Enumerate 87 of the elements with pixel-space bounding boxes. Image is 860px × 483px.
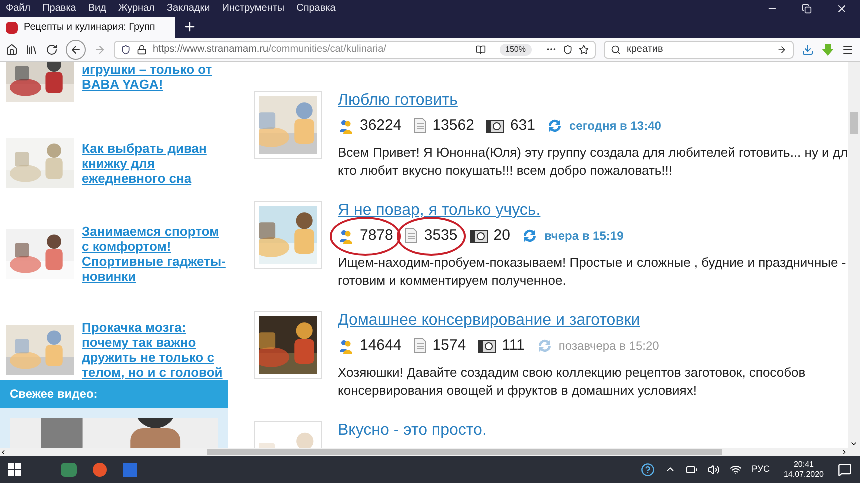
refresh-icon [522, 228, 538, 244]
clock-date: 14.07.2020 [784, 470, 824, 480]
group-title-link[interactable]: Вкусно - это просто. [338, 421, 487, 441]
member-count: 36224 [360, 116, 402, 136]
menu-icon[interactable] [842, 44, 854, 56]
article-link[interactable]: игрушки – только от BABA YAGA! [82, 62, 228, 92]
group-description-line: Хозяюшки! Давайте создадим свою коллекцию рецептов заготовок, способов [338, 364, 806, 382]
document-icon [414, 118, 427, 134]
video-section-header: Свежее видео: [0, 380, 228, 408]
notifications-icon[interactable] [838, 462, 852, 476]
language-indicator[interactable]: РУС [752, 462, 770, 476]
site-logo-icon [6, 22, 18, 34]
group-description-line: консервирования овощей и фруктов в домашних условиях! [338, 382, 697, 400]
new-tab-icon[interactable] [183, 20, 197, 34]
app-icon[interactable] [123, 462, 137, 476]
menu-item[interactable]: Справка [290, 1, 342, 16]
menu-item[interactable]: Инструменты [216, 1, 291, 16]
app-icon[interactable] [61, 462, 77, 476]
article-link[interactable]: Прокачка мозга: почему так важно дружить не только с телом, но и с головой [82, 320, 228, 380]
back-arrow-icon [70, 44, 82, 56]
scroll-right-icon[interactable] [841, 448, 848, 456]
post-count: 1574 [432, 336, 466, 356]
reader-icon[interactable] [476, 44, 486, 54]
windows-logo-icon[interactable] [8, 463, 21, 476]
camera-icon [470, 229, 488, 244]
go-arrow-icon[interactable] [777, 44, 787, 54]
update-time: вчера в 15:19 [544, 228, 624, 246]
refresh-icon [547, 118, 564, 134]
wifi-icon[interactable] [730, 464, 742, 476]
lock-icon [137, 44, 147, 54]
refresh-icon [536, 338, 553, 354]
group-title-link[interactable]: Домашнее консервирование и заготовки [338, 311, 806, 331]
vertical-scrollbar[interactable] [848, 62, 860, 448]
camera-icon [486, 119, 504, 134]
browser-tab[interactable]: Рецепты и кулинария: Групп [0, 17, 175, 38]
menu-item[interactable]: Журнал [112, 1, 161, 16]
library-icon[interactable] [26, 44, 38, 56]
photo-count: 20 [494, 226, 510, 246]
post-count: 13562 [432, 116, 474, 136]
group-description-line: Ищем-находим-пробуем-показываем! Простые и сложные , будние и праздничные - [338, 254, 846, 272]
download-icon[interactable] [802, 44, 814, 56]
group-description-line: Всем Привет! Я Юнонна(Юля) эту группу создала для любителей готовить... ну и дл [338, 144, 848, 162]
people-icon [338, 228, 354, 244]
people-icon [338, 338, 354, 354]
document-icon [414, 338, 427, 354]
help-icon[interactable] [640, 462, 655, 476]
browser-app-icon[interactable] [93, 462, 107, 476]
search-field[interactable]: креатив [604, 40, 794, 58]
article-link[interactable]: Как выбрать диван книжку для ежедневного сна [82, 140, 228, 186]
menu-item[interactable]: Правка [36, 1, 82, 16]
menu-item[interactable]: Вид [82, 1, 112, 16]
bookmark-star-icon[interactable] [579, 44, 589, 54]
update-time: позавчера в 15:20 [558, 338, 660, 356]
member-count: 14644 [360, 336, 402, 356]
close-icon[interactable] [836, 2, 848, 14]
horizontal-scrollbar[interactable] [0, 448, 860, 456]
camera-icon [478, 339, 496, 354]
document-icon [405, 228, 418, 244]
article-link[interactable]: Занимаемся спортом с комфортом! Спортивные гаджеты-новинки [82, 224, 228, 284]
photo-count: 111 [502, 336, 525, 356]
people-icon [338, 118, 354, 134]
reload-icon[interactable] [46, 44, 58, 56]
group-description-line: готовим и комментируем полученное. [338, 272, 566, 290]
group-title-link[interactable]: Я не повар, я только учусь. [338, 201, 846, 221]
group-description-line: кто любит вкусно покушать!!! всем добро пожаловать!!! [338, 162, 673, 180]
scroll-down-icon[interactable] [850, 440, 858, 448]
restore-icon[interactable] [802, 4, 812, 14]
update-time: сегодня в 13:40 [569, 118, 662, 136]
scroll-thumb[interactable] [207, 449, 722, 455]
scroll-thumb[interactable] [850, 112, 858, 134]
clock-time: 20:41 [794, 460, 814, 470]
group-title-link[interactable]: Люблю готовить [338, 91, 848, 111]
menu-item[interactable]: Закладки [160, 1, 216, 16]
menu-item[interactable]: Файл [0, 1, 37, 16]
zoom-badge[interactable]: 150% [500, 44, 532, 56]
search-icon [611, 44, 621, 54]
clock[interactable]: 20:41 14.07.2020 [784, 460, 824, 480]
volume-icon[interactable] [708, 464, 720, 476]
post-count: 3535 [424, 226, 458, 246]
photo-count: 631 [510, 116, 536, 136]
address-field[interactable]: https://www.stranamam.ru/communities/cat/kulinaria/ 150% [114, 40, 596, 58]
battery-icon[interactable] [686, 464, 698, 476]
back-button[interactable] [66, 40, 86, 60]
home-icon[interactable] [6, 44, 18, 56]
member-count: 7878 [360, 226, 394, 246]
scroll-left-icon[interactable] [0, 448, 7, 456]
shield-icon [121, 44, 131, 54]
